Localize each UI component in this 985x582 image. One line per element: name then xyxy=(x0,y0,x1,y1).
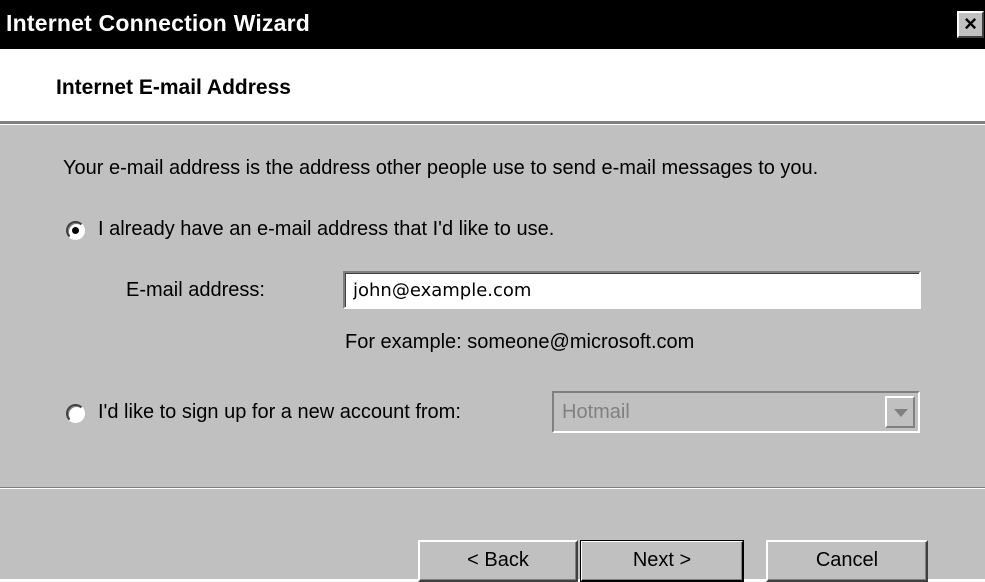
back-button[interactable]: < Back xyxy=(418,540,578,582)
radio-existing-address-label[interactable]: I already have an e-mail address that I'… xyxy=(98,218,554,241)
provider-select[interactable]: Hotmail xyxy=(552,391,920,433)
page-title: Internet E-mail Address xyxy=(56,76,291,99)
radio-new-account[interactable] xyxy=(66,404,85,423)
cancel-button[interactable]: Cancel xyxy=(766,540,928,582)
dropdown-arrow-button[interactable] xyxy=(885,396,915,428)
radio-new-account-label[interactable]: I'd like to sign up for a new account fr… xyxy=(98,401,461,424)
intro-text: Your e-mail address is the address other… xyxy=(63,157,819,179)
close-button[interactable]: × xyxy=(957,11,984,38)
footer-divider xyxy=(0,487,985,489)
wizard-header: Internet E-mail Address xyxy=(0,49,985,121)
close-icon: × xyxy=(964,11,977,36)
example-hint: For example: someone@microsoft.com xyxy=(345,331,695,353)
window-title: Internet Connection Wizard xyxy=(6,10,310,36)
email-address-label: E-mail address: xyxy=(126,279,265,301)
radio-existing-address[interactable] xyxy=(66,221,85,240)
wizard-body: Your e-mail address is the address other… xyxy=(0,125,985,582)
radio-selected-dot xyxy=(72,227,79,234)
chevron-down-icon xyxy=(894,409,908,417)
next-button[interactable]: Next > xyxy=(580,540,744,582)
email-address-input[interactable] xyxy=(343,271,921,309)
title-bar: Internet Connection Wizard × xyxy=(0,0,985,49)
provider-select-value: Hotmail xyxy=(562,401,630,423)
